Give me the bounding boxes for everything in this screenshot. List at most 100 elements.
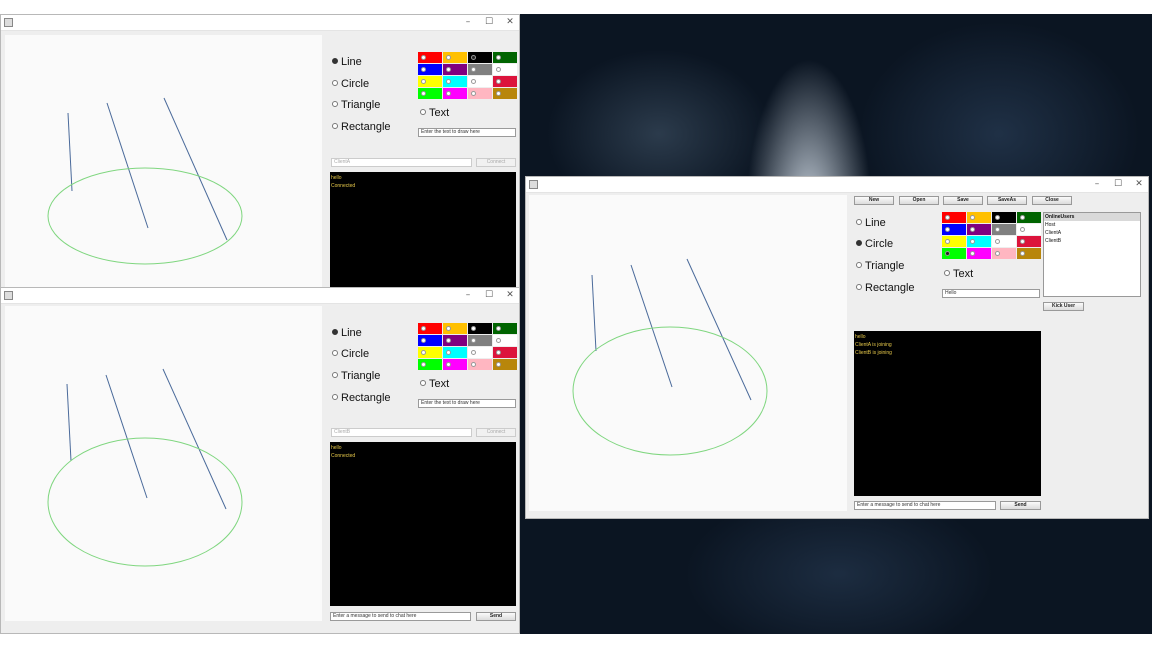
color-swatch[interactable] [493, 323, 517, 334]
color-swatch[interactable] [468, 323, 492, 334]
color-swatch[interactable] [493, 88, 517, 99]
connect-button[interactable]: Connect [476, 158, 516, 167]
close-window-button[interactable]: ✕ [1130, 178, 1148, 191]
minimize-button[interactable]: – [1088, 178, 1106, 191]
color-swatch[interactable] [493, 347, 517, 358]
radio-line[interactable]: Line [332, 56, 362, 68]
color-swatch[interactable] [992, 236, 1016, 247]
color-swatch[interactable] [942, 224, 966, 235]
color-swatch[interactable] [493, 76, 517, 87]
color-swatch[interactable] [418, 76, 442, 87]
radio-dot[interactable] [856, 240, 862, 246]
color-swatch[interactable] [992, 224, 1016, 235]
color-swatch[interactable] [418, 347, 442, 358]
open-button[interactable]: Open [899, 196, 939, 205]
send-button[interactable]: Send [476, 612, 516, 621]
color-swatch[interactable] [443, 347, 467, 358]
color-swatch[interactable] [992, 212, 1016, 223]
radio-dot[interactable] [332, 58, 338, 64]
color-swatch[interactable] [942, 248, 966, 259]
online-users-list[interactable]: OnlineUsers Host ClientA ClientB [1043, 212, 1141, 297]
radio-rectangle[interactable]: Rectangle [856, 282, 915, 294]
send-button[interactable]: Send [1000, 501, 1041, 510]
color-swatch[interactable] [443, 335, 467, 346]
color-swatch[interactable] [418, 64, 442, 75]
radio-dot[interactable] [944, 270, 950, 276]
color-swatch[interactable] [443, 88, 467, 99]
save-as-button[interactable]: SaveAs [987, 196, 1027, 205]
color-swatch[interactable] [443, 64, 467, 75]
draw-text-input[interactable]: Enter the text to draw here [418, 399, 516, 408]
radio-circle[interactable]: Circle [332, 78, 369, 90]
radio-dot[interactable] [332, 394, 338, 400]
radio-dot[interactable] [332, 123, 338, 129]
color-swatch[interactable] [1017, 212, 1041, 223]
user-item[interactable]: ClientA [1044, 229, 1140, 237]
radio-dot[interactable] [856, 284, 862, 290]
radio-triangle[interactable]: Triangle [332, 370, 380, 382]
color-swatch[interactable] [1017, 224, 1041, 235]
minimize-button[interactable]: – [459, 289, 477, 302]
close-window-button[interactable]: ✕ [501, 16, 519, 29]
minimize-button[interactable]: – [459, 16, 477, 29]
color-swatch[interactable] [418, 52, 442, 63]
color-swatch[interactable] [493, 335, 517, 346]
color-swatch[interactable] [443, 359, 467, 370]
color-swatch[interactable] [468, 76, 492, 87]
user-item[interactable]: Host [1044, 221, 1140, 229]
color-swatch[interactable] [418, 359, 442, 370]
color-swatch[interactable] [468, 347, 492, 358]
color-swatch[interactable] [967, 236, 991, 247]
color-swatch[interactable] [1017, 236, 1041, 247]
radio-dot[interactable] [332, 372, 338, 378]
color-swatch[interactable] [418, 335, 442, 346]
color-swatch[interactable] [443, 52, 467, 63]
radio-dot[interactable] [420, 380, 426, 386]
color-swatch[interactable] [942, 212, 966, 223]
drawing-canvas[interactable] [5, 306, 322, 621]
radio-circle[interactable]: Circle [332, 348, 369, 360]
radio-text[interactable]: Text [944, 268, 973, 280]
draw-text-input[interactable]: Hello [942, 289, 1040, 298]
color-swatch[interactable] [443, 323, 467, 334]
radio-line[interactable]: Line [856, 217, 886, 229]
radio-text[interactable]: Text [420, 378, 449, 390]
radio-dot[interactable] [420, 109, 426, 115]
color-swatch[interactable] [967, 212, 991, 223]
color-swatch[interactable] [493, 359, 517, 370]
client-name-input[interactable]: ClientA [331, 158, 472, 167]
color-swatch[interactable] [493, 64, 517, 75]
save-button[interactable]: Save [943, 196, 983, 205]
maximize-button[interactable]: ☐ [1109, 178, 1127, 191]
radio-dot[interactable] [332, 350, 338, 356]
radio-rectangle[interactable]: Rectangle [332, 392, 391, 404]
color-swatch[interactable] [942, 236, 966, 247]
client-name-input[interactable]: ClientB [331, 428, 472, 437]
user-item[interactable]: ClientB [1044, 237, 1140, 245]
radio-line[interactable]: Line [332, 327, 362, 339]
title-bar[interactable]: – ☐ ✕ [1, 15, 519, 31]
radio-dot[interactable] [332, 80, 338, 86]
drawing-canvas[interactable] [5, 35, 322, 288]
close-button[interactable]: Close [1032, 196, 1072, 205]
radio-dot[interactable] [856, 262, 862, 268]
title-bar[interactable]: – ☐ ✕ [1, 288, 519, 304]
color-swatch[interactable] [967, 248, 991, 259]
radio-dot[interactable] [332, 329, 338, 335]
color-swatch[interactable] [493, 52, 517, 63]
new-button[interactable]: New [854, 196, 894, 205]
chat-message-input[interactable]: Enter a message to send to chat here [330, 612, 471, 621]
color-swatch[interactable] [468, 52, 492, 63]
title-bar[interactable]: – ☐ ✕ [526, 177, 1148, 193]
close-window-button[interactable]: ✕ [501, 289, 519, 302]
color-swatch[interactable] [443, 76, 467, 87]
radio-circle[interactable]: Circle [856, 238, 893, 250]
color-swatch[interactable] [1017, 248, 1041, 259]
color-swatch[interactable] [967, 224, 991, 235]
drawing-canvas[interactable] [529, 195, 847, 511]
chat-message-input[interactable]: Enter a message to send to chat here [854, 501, 996, 510]
color-swatch[interactable] [418, 323, 442, 334]
connect-button[interactable]: Connect [476, 428, 516, 437]
radio-triangle[interactable]: Triangle [856, 260, 904, 272]
radio-dot[interactable] [332, 101, 338, 107]
